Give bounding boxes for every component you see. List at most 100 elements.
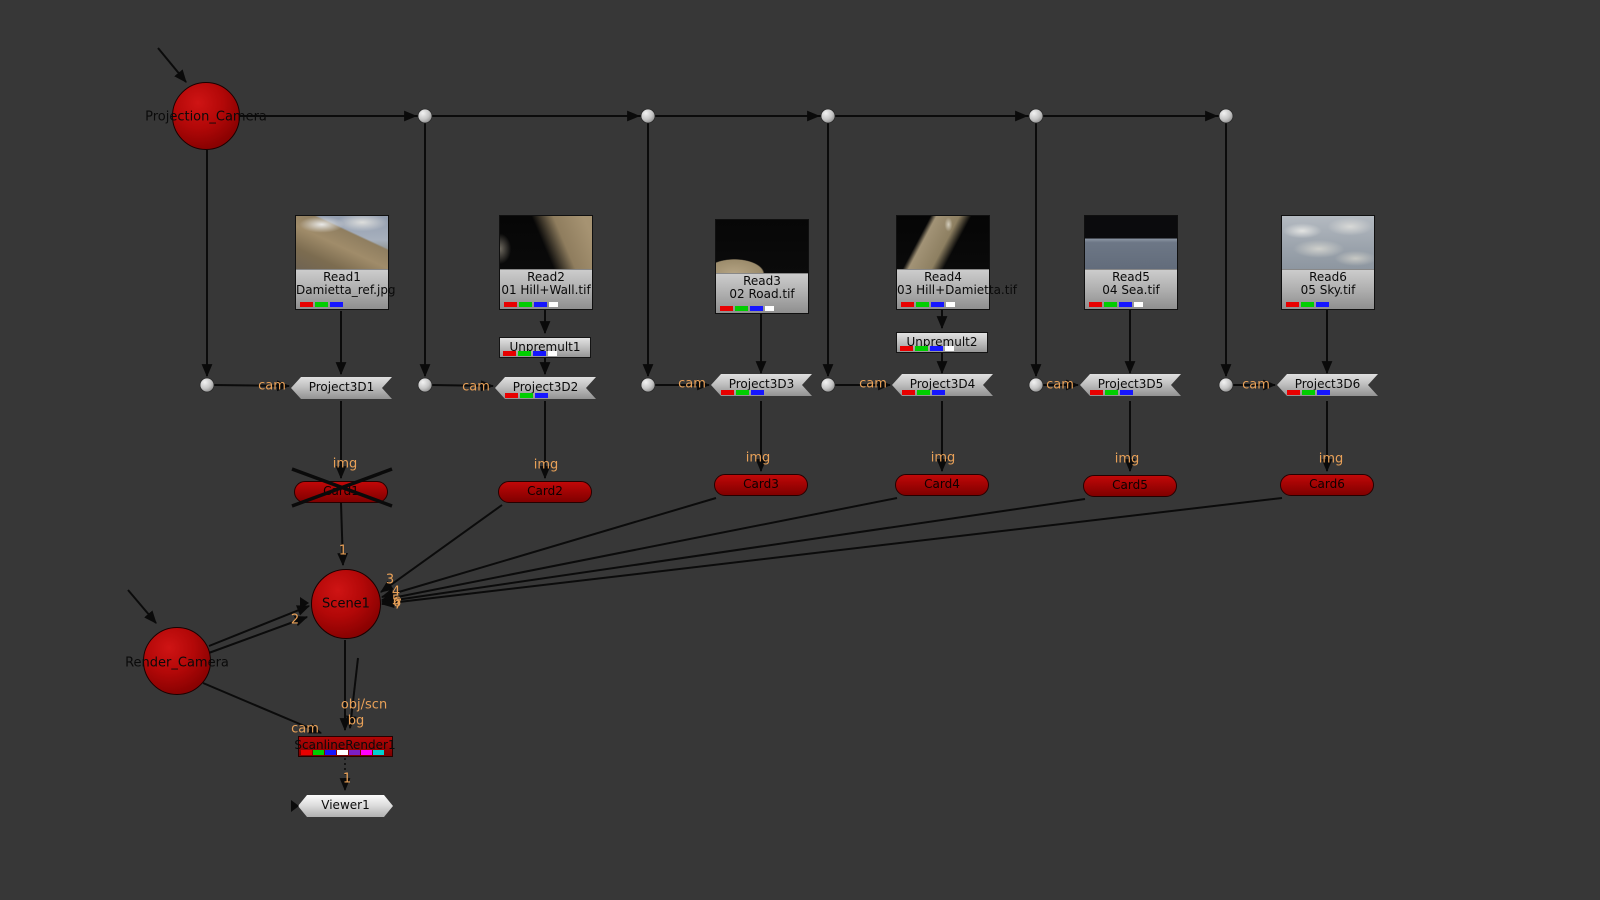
elbow-dot-cam-2[interactable] bbox=[418, 378, 432, 392]
elbow-dot-top-4[interactable] bbox=[1029, 109, 1043, 123]
projection-camera-input-stub[interactable] bbox=[158, 48, 186, 82]
card6-label: Card6 bbox=[1309, 477, 1345, 491]
project3d2-label: Project3D2 bbox=[513, 380, 579, 394]
node-read1[interactable]: Read1 Damietta_ref.jpg bbox=[295, 215, 389, 310]
img-port-label-5: img bbox=[1115, 453, 1140, 466]
channel-green-indicator bbox=[735, 306, 748, 311]
channel-red-indicator bbox=[902, 390, 915, 395]
node-project3d3[interactable]: Project3D3 bbox=[711, 374, 812, 396]
objscn-port-label: obj/scn bbox=[341, 699, 387, 712]
node-project3d2[interactable]: Project3D2 bbox=[495, 377, 596, 399]
node-graph-canvas[interactable]: { "canvas": { "background_color": "#3737… bbox=[0, 0, 1600, 900]
node-unpremult2[interactable]: Unpremult2 bbox=[896, 332, 988, 353]
read2-channel-indicators bbox=[504, 302, 558, 307]
read3-channel-indicators bbox=[720, 306, 774, 311]
channel-red-indicator bbox=[901, 302, 914, 307]
elbow-dot-top-3[interactable] bbox=[821, 109, 835, 123]
channel-green-indicator bbox=[736, 390, 749, 395]
read5-thumbnail bbox=[1085, 216, 1177, 270]
node-viewer1[interactable]: Viewer1 bbox=[298, 795, 393, 817]
unpremult1-channel-indicators bbox=[503, 351, 557, 356]
node-read5[interactable]: Read5 04 Sea.tif bbox=[1084, 215, 1178, 310]
img-port-label-2: img bbox=[534, 459, 559, 472]
scanline-render1-label: ScanlineRender1 bbox=[294, 739, 395, 751]
read3-label-area: Read3 02 Road.tif bbox=[716, 274, 808, 313]
wire-card4-scene1[interactable] bbox=[382, 498, 897, 600]
channel-green-indicator bbox=[315, 302, 328, 307]
elbow-dot-top-5[interactable] bbox=[1219, 109, 1233, 123]
channel-red-indicator bbox=[503, 351, 516, 356]
read4-filename: 03 Hill+Damietta.tif bbox=[897, 284, 989, 297]
elbow-dot-cam-1[interactable] bbox=[200, 378, 214, 392]
node-project3d4[interactable]: Project3D4 bbox=[892, 374, 993, 396]
node-card2[interactable]: Card2 bbox=[498, 481, 592, 503]
channel-blue-indicator bbox=[751, 390, 764, 395]
scene1-label: Scene1 bbox=[322, 598, 370, 611]
elbow-dot-top-1[interactable] bbox=[418, 109, 432, 123]
read1-channel-indicators bbox=[300, 302, 343, 307]
project3d1-label: Project3D1 bbox=[309, 380, 375, 394]
channel-alpha-indicator bbox=[946, 302, 955, 307]
channel-blue-indicator bbox=[750, 306, 763, 311]
node-card6[interactable]: Card6 bbox=[1280, 474, 1374, 496]
channel-red-indicator bbox=[900, 346, 913, 351]
cam-port-label-3: cam bbox=[678, 378, 706, 391]
render-camera-input-stub[interactable] bbox=[128, 590, 156, 623]
viewer-input-number-1: 1 bbox=[343, 773, 351, 786]
channel-green-indicator bbox=[1301, 302, 1314, 307]
node-card1[interactable]: Card1 bbox=[294, 481, 388, 503]
node-card5[interactable]: Card5 bbox=[1083, 475, 1177, 497]
wire-card6-scene1[interactable] bbox=[382, 498, 1282, 604]
channel-green-indicator bbox=[916, 302, 929, 307]
channel-green-indicator bbox=[1104, 302, 1117, 307]
cam-port-label-4: cam bbox=[859, 378, 887, 391]
node-card3[interactable]: Card3 bbox=[714, 474, 808, 496]
channel-alpha-indicator bbox=[548, 351, 557, 356]
channel-green-indicator bbox=[915, 346, 928, 351]
projection-camera-label: Projection_Camera bbox=[145, 111, 267, 124]
channel-green-indicator bbox=[1105, 390, 1118, 395]
elbow-dot-cam-4[interactable] bbox=[821, 378, 835, 392]
channel-blue-indicator bbox=[1120, 390, 1133, 395]
node-read2[interactable]: Read2 01 Hill+Wall.tif bbox=[499, 215, 593, 310]
img-port-label-4: img bbox=[931, 452, 956, 465]
channel-red-indicator bbox=[721, 390, 734, 395]
channel-blue-indicator bbox=[1316, 302, 1329, 307]
render-camera-label: Render_Camera bbox=[125, 657, 229, 670]
node-project3d1[interactable]: Project3D1 bbox=[291, 377, 392, 399]
read4-thumbnail bbox=[897, 216, 989, 270]
node-read3[interactable]: Read3 02 Road.tif bbox=[715, 219, 809, 314]
node-project3d6[interactable]: Project3D6 bbox=[1277, 374, 1378, 396]
node-card4[interactable]: Card4 bbox=[895, 474, 989, 496]
channel-green-indicator bbox=[518, 351, 531, 356]
node-read4[interactable]: Read4 03 Hill+Damietta.tif bbox=[896, 215, 990, 310]
read3-filename: 02 Road.tif bbox=[716, 288, 808, 301]
channel-blue-indicator bbox=[930, 346, 943, 351]
read2-label-area: Read2 01 Hill+Wall.tif bbox=[500, 270, 592, 309]
project3d5-label: Project3D5 bbox=[1098, 377, 1164, 391]
node-project3d5[interactable]: Project3D5 bbox=[1080, 374, 1181, 396]
project3d5-channel-indicators bbox=[1090, 390, 1133, 395]
read1-thumbnail bbox=[296, 216, 388, 270]
read6-filename: 05 Sky.tif bbox=[1282, 284, 1374, 297]
channel-blue-indicator bbox=[533, 351, 546, 356]
elbow-dot-cam-5[interactable] bbox=[1029, 378, 1043, 392]
read2-filename: 01 Hill+Wall.tif bbox=[500, 284, 592, 297]
node-read6[interactable]: Read6 05 Sky.tif bbox=[1281, 215, 1375, 310]
elbow-dot-cam-6[interactable] bbox=[1219, 378, 1233, 392]
scene-input-number-1: 1 bbox=[339, 545, 347, 558]
node-unpremult1[interactable]: Unpremult1 bbox=[499, 337, 591, 358]
channel-red-indicator bbox=[1286, 302, 1299, 307]
channel-red-indicator bbox=[505, 393, 518, 398]
wire-card3-scene1[interactable] bbox=[382, 498, 716, 597]
channel-blue-indicator bbox=[534, 302, 547, 307]
channel-alpha-indicator bbox=[549, 302, 558, 307]
elbow-dot-top-2[interactable] bbox=[641, 109, 655, 123]
elbow-dot-cam-3[interactable] bbox=[641, 378, 655, 392]
channel-blue-indicator bbox=[1317, 390, 1330, 395]
cam-port-label-2: cam bbox=[462, 381, 490, 394]
channel-blue-indicator bbox=[330, 302, 343, 307]
unpremult2-channel-indicators bbox=[900, 346, 954, 351]
read4-label-area: Read4 03 Hill+Damietta.tif bbox=[897, 270, 989, 309]
cam-port-label-5: cam bbox=[1046, 379, 1074, 392]
